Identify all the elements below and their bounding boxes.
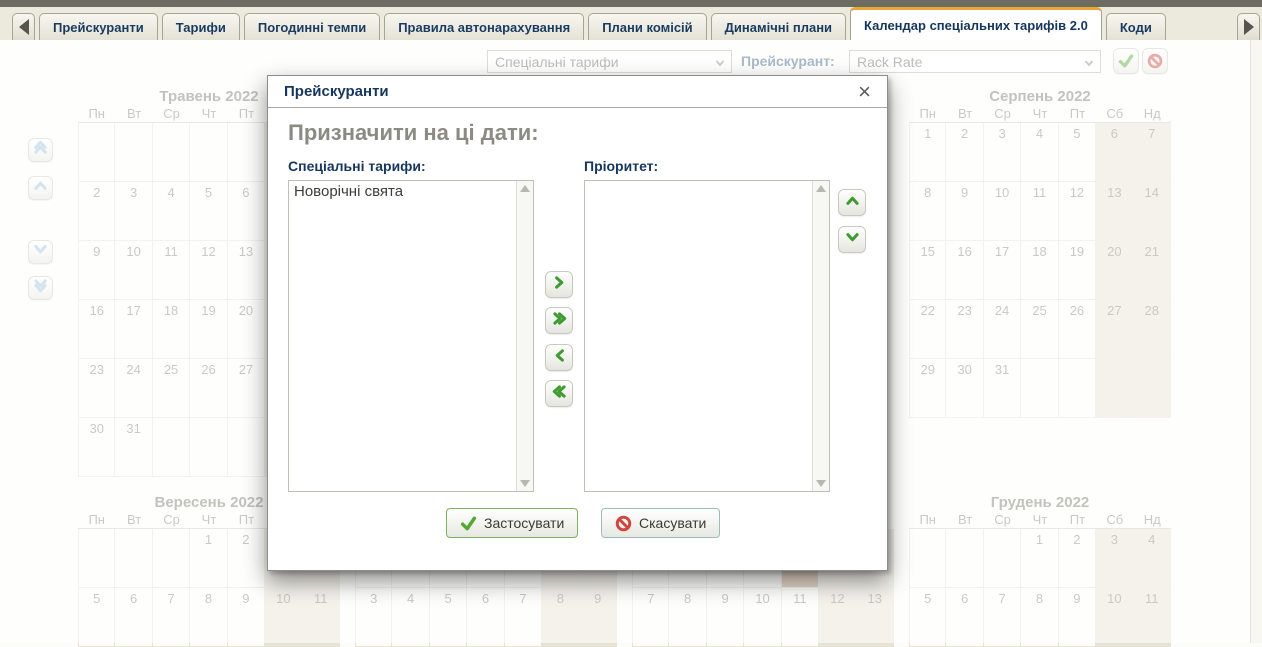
cancel-button-label: Скасувати xyxy=(639,515,706,531)
tab-3[interactable]: Погодинні темпи xyxy=(244,13,380,40)
scroll-up-arrow-icon xyxy=(520,185,530,192)
window-top-strip xyxy=(0,0,1262,7)
tab-bar: ПрейскурантиТарифиПогодинні темпиПравила… xyxy=(0,7,1262,40)
double-chevron-left-icon xyxy=(552,384,567,404)
no-entry-icon xyxy=(615,515,632,532)
tab-8[interactable]: Коди xyxy=(1106,13,1166,40)
tabs-scroll-right-button[interactable] xyxy=(1237,13,1260,40)
move-right-button[interactable] xyxy=(545,271,573,298)
apply-button-label: Застосувати xyxy=(484,515,564,531)
dialog-close-button[interactable]: × xyxy=(858,82,871,102)
tab-5[interactable]: Плани комісій xyxy=(588,13,706,40)
listbox-scrollbar[interactable] xyxy=(516,181,533,491)
tab-1[interactable]: Прейскуранти xyxy=(39,13,158,40)
cancel-button[interactable]: Скасувати xyxy=(601,508,720,538)
listbox-scrollbar[interactable] xyxy=(812,181,829,491)
list-item[interactable]: Новорічні свята xyxy=(289,181,516,202)
pricelists-dialog: Прейскуранти × Призначити на ці дати: Сп… xyxy=(267,75,888,571)
move-down-button[interactable] xyxy=(838,226,866,253)
chevron-up-icon xyxy=(845,193,860,213)
move-left-button[interactable] xyxy=(545,344,573,371)
scroll-down-arrow-icon xyxy=(816,480,826,487)
apply-button[interactable]: Застосувати xyxy=(446,508,578,538)
move-all-left-button[interactable] xyxy=(545,380,573,407)
priority-list-label: Пріоритет: xyxy=(584,158,658,174)
check-icon xyxy=(460,515,477,532)
priority-listbox[interactable] xyxy=(584,180,830,492)
triangle-right-icon xyxy=(1244,19,1254,35)
special-rates-list-label: Спеціальні тарифи: xyxy=(288,158,426,174)
chevron-down-icon xyxy=(845,230,860,250)
chevron-left-icon xyxy=(552,348,567,368)
triangle-left-icon xyxy=(19,19,29,35)
tab-7[interactable]: Календар спеціальних тарифів 2.0 xyxy=(850,7,1102,40)
special-rates-listbox[interactable]: Новорічні свята xyxy=(288,180,534,492)
dialog-heading: Призначити на ці дати: xyxy=(288,120,539,146)
scroll-down-arrow-icon xyxy=(520,480,530,487)
double-chevron-right-icon xyxy=(552,311,567,331)
tab-4[interactable]: Правила автонарахування xyxy=(384,13,584,40)
tab-2[interactable]: Тарифи xyxy=(162,13,240,40)
dialog-title-bar: Прейскуранти × xyxy=(268,76,887,108)
move-all-right-button[interactable] xyxy=(545,307,573,334)
chevron-right-icon xyxy=(552,275,567,295)
tab-6[interactable]: Динамічні плани xyxy=(711,13,846,40)
dialog-title: Прейскуранти xyxy=(284,83,858,100)
tabs-scroll-left-button[interactable] xyxy=(12,13,35,40)
scroll-up-arrow-icon xyxy=(816,185,826,192)
move-up-button[interactable] xyxy=(838,189,866,216)
